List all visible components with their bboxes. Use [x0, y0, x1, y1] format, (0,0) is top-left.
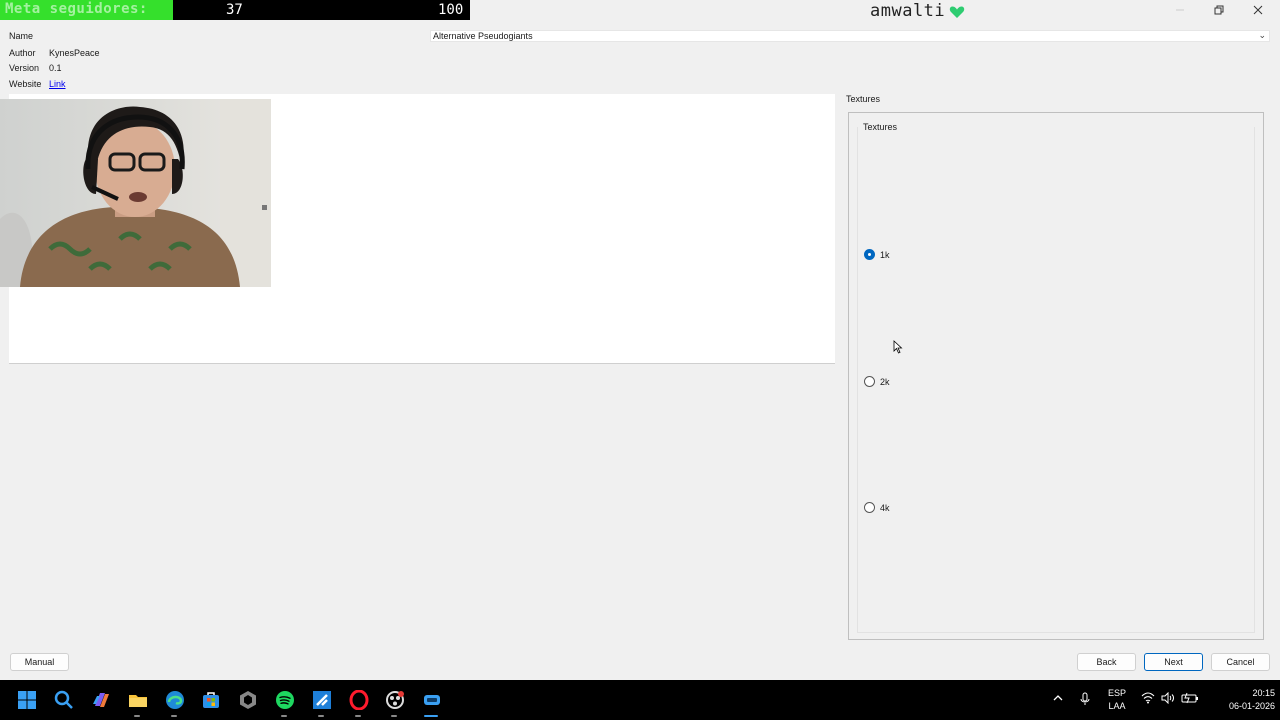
name-dropdown[interactable]: Alternative Pseudogiants ⌄	[430, 30, 1270, 42]
file-explorer-button[interactable]	[127, 689, 149, 711]
unity-button[interactable]	[237, 689, 259, 711]
minimize-icon	[1176, 9, 1184, 11]
radio-option-2k[interactable]: 2k	[864, 376, 890, 387]
textures-group-title: Textures	[863, 122, 898, 132]
heart-icon	[949, 6, 965, 18]
name-label: Name	[9, 31, 34, 41]
version-label: Version	[9, 63, 40, 73]
active-indicator	[424, 715, 438, 717]
app-icon	[424, 695, 440, 705]
unity-icon	[240, 691, 256, 709]
show-hidden-icons-button[interactable]	[1050, 692, 1066, 708]
minimize-button[interactable]	[1160, 0, 1200, 20]
author-label: Author	[9, 48, 36, 58]
goal-label: Meta seguidores:	[5, 1, 148, 17]
radio-option-1k[interactable]: 1k	[864, 249, 890, 260]
wifi-icon	[1141, 692, 1155, 704]
running-indicator	[134, 715, 140, 717]
running-indicator	[281, 715, 287, 717]
mouse-cursor-icon	[893, 340, 903, 354]
radio-label-1k: 1k	[880, 249, 890, 260]
visual-studio-button[interactable]	[311, 689, 333, 711]
keyboard-layout: LAA	[1108, 701, 1126, 711]
store-button[interactable]	[200, 689, 222, 711]
volume-icon	[1161, 692, 1174, 704]
radio-button[interactable]	[864, 376, 875, 387]
edge-button[interactable]	[164, 689, 186, 711]
network-volume-battery-button[interactable]	[1140, 692, 1200, 704]
opera-button[interactable]	[348, 689, 370, 711]
textures-panel-title: Textures	[846, 94, 881, 104]
chevron-down-icon: ⌄	[1258, 30, 1266, 40]
search-button[interactable]	[53, 689, 75, 711]
file-explorer-icon	[129, 695, 147, 707]
language-code: ESP	[1107, 688, 1126, 698]
radio-label-4k: 4k	[880, 502, 890, 513]
next-button[interactable]: Next	[1144, 653, 1203, 671]
visual-studio-icon	[313, 691, 331, 709]
textures-group: Textures 1k 2k 4k	[848, 112, 1264, 640]
goal-target-count: 100	[438, 2, 464, 18]
textures-inner-frame	[857, 127, 1255, 633]
spotify-button[interactable]	[274, 689, 296, 711]
running-indicator	[355, 715, 361, 717]
microphone-button[interactable]	[1077, 692, 1093, 710]
clock-date: 06-01-2026	[1228, 701, 1275, 711]
microphone-icon	[1080, 692, 1090, 705]
language-indicator[interactable]: ESP LAA	[1102, 687, 1132, 713]
name-value: Alternative Pseudogiants	[433, 31, 533, 41]
website-link[interactable]: Link	[49, 79, 66, 89]
author-value: KynesPeace	[49, 48, 100, 58]
windows-start-button[interactable]	[16, 689, 38, 711]
copilot-button[interactable]	[90, 689, 112, 711]
running-indicator	[318, 715, 324, 717]
restore-icon	[1214, 5, 1224, 15]
running-indicator	[171, 715, 177, 717]
edge-icon	[166, 691, 184, 709]
store-icon	[203, 692, 219, 708]
windows-start-icon	[18, 691, 36, 709]
obs-button[interactable]	[384, 689, 406, 711]
radio-button-checked[interactable]	[864, 249, 875, 260]
spotify-icon	[276, 691, 294, 709]
radio-label-2k: 2k	[880, 376, 890, 387]
obs-icon	[386, 691, 404, 709]
close-button[interactable]	[1238, 0, 1278, 20]
close-icon	[1253, 5, 1263, 15]
goal-current-count: 37	[226, 2, 243, 18]
cancel-button[interactable]: Cancel	[1211, 653, 1270, 671]
copilot-icon	[93, 693, 109, 707]
opera-icon	[349, 690, 369, 710]
search-icon	[54, 690, 73, 709]
clock-time: 20:15	[1252, 688, 1275, 698]
webcam-overlay	[0, 99, 271, 287]
active-app-button[interactable]	[421, 689, 443, 711]
running-indicator	[391, 715, 397, 717]
website-label: Website	[9, 79, 42, 89]
title-bar: amwalti	[470, 0, 1280, 21]
radio-button[interactable]	[864, 502, 875, 513]
restore-button[interactable]	[1199, 0, 1239, 20]
follower-goal-overlay: Meta seguidores: 37 100	[0, 0, 470, 20]
manual-button[interactable]: Manual	[10, 653, 69, 671]
back-button[interactable]: Back	[1077, 653, 1136, 671]
version-value: 0.1	[49, 63, 62, 73]
radio-option-4k[interactable]: 4k	[864, 502, 890, 513]
battery-icon	[1181, 692, 1198, 704]
streamer-webcam-image	[0, 99, 271, 287]
chevron-up-icon	[1053, 695, 1063, 701]
clock[interactable]: 20:15 06-01-2026	[1205, 687, 1275, 713]
window-title: amwalti	[870, 1, 946, 21]
